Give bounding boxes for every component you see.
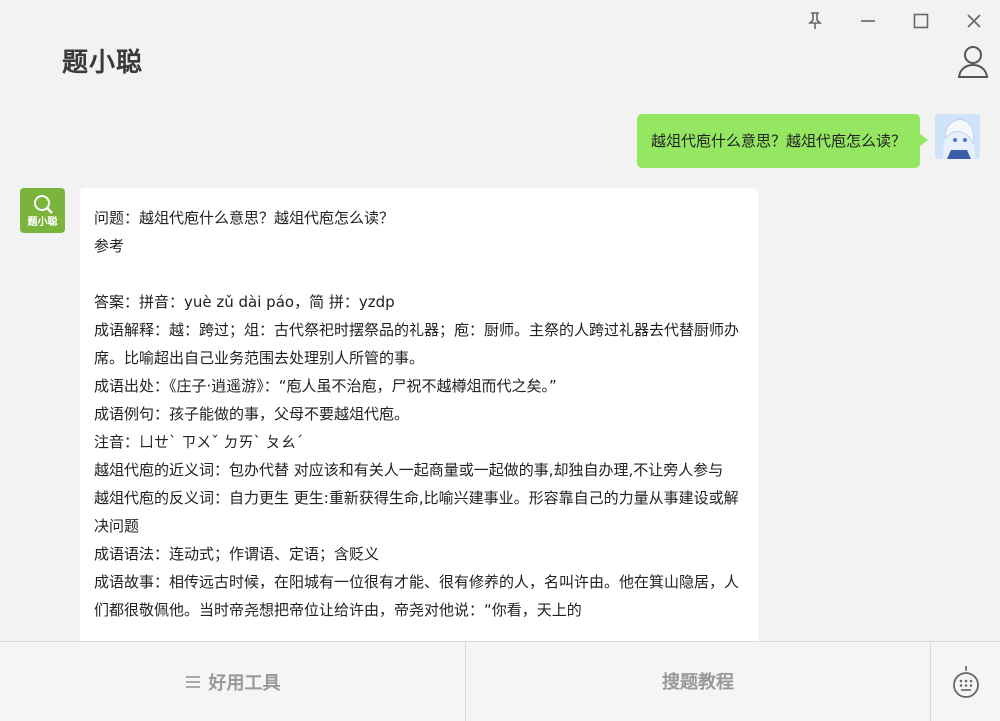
maximize-icon <box>913 13 929 29</box>
answer-line: 越俎代庖的近义词：包办代替 对应该和有关人一起商量或一起做的事,却独自办理,不让… <box>94 461 724 479</box>
tools-button[interactable]: 好用工具 <box>0 642 465 721</box>
answer-line: 参考 <box>94 237 125 255</box>
tutorial-button[interactable]: 搜题教程 <box>466 642 930 721</box>
tutorial-label: 搜题教程 <box>662 672 734 693</box>
pin-icon <box>808 12 822 29</box>
answer-line: 成语出处：《庄子·逍遥游》：“庖人虽不治庖，尸祝不越樽俎而代之矣。” <box>94 377 557 395</box>
answer-line: 成语解释：越：跨过；俎：古代祭祀时摆祭品的礼器；庖：厨师。主祭的人跨过礼器去代替… <box>94 321 740 367</box>
answer-bubble: 问题：越俎代庖什么意思？越俎代庖怎么读？ 参考 答案：拼音：yuè zǔ dài… <box>80 188 758 641</box>
answer-line: 成语故事：相传远古时候，在阳城有一位很有才能、很有修养的人，名叫许由。他在箕山隐… <box>94 573 740 619</box>
user-avatar <box>935 114 980 159</box>
answer-line: 越俎代庖的反义词：自力更生 更生:重新获得生命,比喻兴建事业。形容靠自己的力量从… <box>94 489 739 535</box>
keyboard-button[interactable] <box>931 642 1000 721</box>
pin-button[interactable] <box>802 8 828 34</box>
answer-line: 成语语法：连动式；作谓语、定语；含贬义 <box>94 545 380 563</box>
bot-avatar-label: 题小聪 <box>27 217 58 228</box>
user-message: 越俎代庖什么意思？越俎代庖怎么读？ <box>636 114 929 168</box>
answer-line: 问题：越俎代庖什么意思？越俎代庖怎么读？ <box>94 209 395 227</box>
user-profile-button[interactable] <box>956 44 990 80</box>
app-title: 题小聪 <box>62 48 144 78</box>
answer-line <box>94 260 744 288</box>
chat-area[interactable]: 越俎代庖什么意思？越俎代庖怎么读？ 题小聪 问题：越俎代庖什么意思？越俎代庖怎么… <box>0 100 1000 641</box>
minimize-icon <box>861 20 875 22</box>
user-icon <box>957 46 989 78</box>
minimize-button[interactable] <box>855 8 881 34</box>
close-button[interactable] <box>961 8 987 34</box>
bot-avatar: 题小聪 <box>20 188 65 233</box>
maximize-button[interactable] <box>908 8 934 34</box>
tools-label: 好用工具 <box>208 672 281 694</box>
menu-icon <box>185 675 200 688</box>
bottom-toolbar: 好用工具 搜题教程 <box>0 641 1000 721</box>
close-icon <box>967 14 981 28</box>
keyboard-icon <box>952 665 979 698</box>
answer-line: 答案：拼音：yuè zǔ dài páo，简 拼：yzdp <box>94 293 395 311</box>
answer-line: 注音：ㄩㄝˋ ㄗㄨˇ ㄉㄞˋ ㄆㄠˊ <box>94 433 304 451</box>
answer-line: 成语例句：孩子能做的事，父母不要越俎代庖。 <box>94 405 410 423</box>
